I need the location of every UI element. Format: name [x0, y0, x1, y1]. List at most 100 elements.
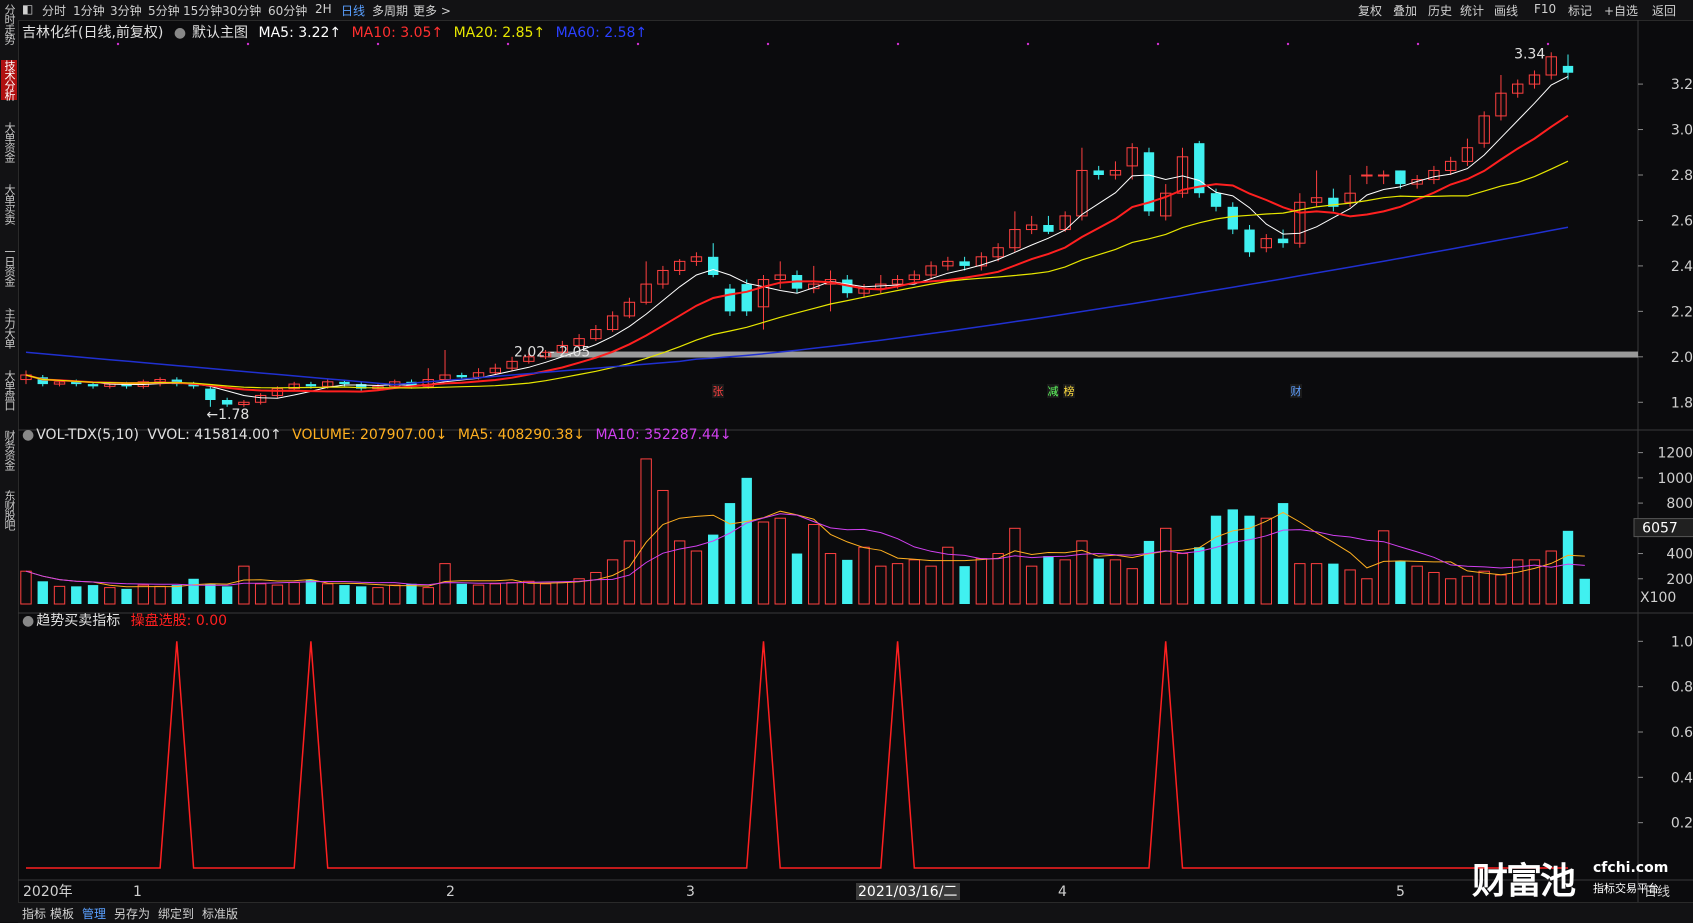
volume-bar	[1411, 565, 1423, 605]
bottom-item-3[interactable]: 另存为	[114, 905, 150, 922]
volume-legend: ● VOL-TDX(5,10) VVOL: 415814.00↑ VOLUME: …	[22, 427, 738, 443]
marker-dot	[1416, 42, 1420, 46]
template-label[interactable]: 默认主图	[192, 25, 248, 41]
indicator-y-tick-label: 0.20	[1671, 816, 1693, 832]
candle-body	[87, 384, 99, 387]
range-label: 2.02 - 2.05	[514, 344, 590, 360]
volume-bar	[1461, 575, 1474, 605]
x-axis-label: 4	[1058, 884, 1067, 900]
sidebar-item-4[interactable]: 一日资金	[1, 246, 17, 286]
date-cursor-label: 2021/03/16/二	[858, 884, 957, 900]
sidebar-item-7[interactable]: 财务资金	[1, 430, 17, 470]
marker-dot	[116, 42, 120, 46]
period-tab-2[interactable]: 3分钟	[110, 2, 142, 19]
marker-dot	[506, 42, 510, 46]
toolbar-right-item-1[interactable]: 叠加	[1393, 2, 1417, 19]
toolbar-right-item-8[interactable]: 返回	[1652, 2, 1676, 19]
ma20-label: MA20: 2.85↑	[453, 25, 546, 41]
period-tab-0[interactable]: 分时	[42, 2, 66, 19]
volume-bar	[842, 559, 853, 604]
sidebar-item-5[interactable]: 主力大单	[1, 308, 17, 348]
volume-bar	[808, 524, 820, 605]
toolbar-right-item-0[interactable]: 复权	[1358, 2, 1382, 19]
candle-body	[1210, 193, 1222, 207]
indicator-title: 趋势买卖指标	[36, 613, 121, 629]
period-tab-10[interactable]: 更多 >	[413, 2, 451, 19]
vvol-label: VVOL: 415814.00↑	[147, 427, 282, 443]
toolbar-right-item-4[interactable]: 画线	[1494, 2, 1518, 19]
marker-dot	[246, 42, 250, 46]
candle-body	[1377, 174, 1390, 177]
period-tab-9[interactable]: 多周期	[372, 2, 408, 19]
volume-bar	[137, 584, 150, 605]
volume-bar	[992, 553, 1004, 605]
sidebar-item-6[interactable]: 大单盘口	[1, 370, 17, 410]
period-tab-5[interactable]: 30分钟	[222, 2, 261, 19]
period-toolbar: ◧ 分时 1分钟 3分钟 5分钟 15分钟 30分钟 60分钟 2H 日线 多周期 更多 > 复权 叠加…	[18, 0, 1693, 21]
event-mark: 减	[1048, 385, 1059, 398]
period-tab-3[interactable]: 5分钟	[148, 2, 180, 19]
candle-body	[1361, 174, 1373, 177]
period-tab-4[interactable]: 15分钟	[183, 2, 222, 19]
volume-bar	[942, 546, 954, 605]
volume-label: VOLUME: 207907.00↓	[292, 427, 448, 443]
volume-bar	[1176, 553, 1189, 605]
bottom-item-0[interactable]: 指标	[22, 905, 46, 922]
marker-dot	[636, 42, 640, 46]
bottom-item-1[interactable]: 模板	[50, 905, 74, 922]
volume-bar	[389, 584, 401, 605]
volume-bar	[1395, 561, 1406, 604]
sidebar-item-8[interactable]: 东财股吧	[1, 490, 17, 530]
volume-bar	[975, 558, 988, 605]
toolbar-right-item-6[interactable]: 标记	[1568, 2, 1592, 19]
volume-bar	[925, 565, 937, 605]
bottom-item-2[interactable]: 管理	[82, 905, 106, 922]
watermark-brand: 财富池	[1472, 861, 1576, 902]
template-dot-icon[interactable]: ●	[174, 25, 186, 41]
volume-bar	[422, 587, 434, 605]
volume-bar	[724, 503, 736, 604]
period-tab-1[interactable]: 1分钟	[73, 2, 105, 19]
indicator-y-tick-label: 0.60	[1671, 725, 1693, 741]
toolbar-right-item-5[interactable]: F10	[1534, 2, 1556, 16]
bottom-item-4[interactable]: 绑定到	[158, 905, 194, 922]
volume-title: VOL-TDX(5,10)	[36, 427, 139, 443]
main-y-tick-label: 2.40	[1671, 259, 1693, 275]
indicator-y-tick-label: 0.40	[1671, 770, 1693, 786]
period-tab-7[interactable]: 2H	[315, 2, 332, 16]
volume-bar	[606, 559, 619, 605]
candle-body	[707, 256, 719, 275]
volume-bar	[71, 586, 82, 604]
period-tab-6[interactable]: 60分钟	[268, 2, 307, 19]
main-y-tick-label: 3.20	[1671, 77, 1693, 93]
sidebar-item-3[interactable]: 大单买卖	[1, 184, 17, 224]
volume-bar	[774, 517, 786, 605]
toolbar-right-item-7[interactable]: +自选	[1604, 2, 1638, 19]
event-mark: 财	[1291, 384, 1302, 398]
chart-canvas[interactable]: 3.20 3.00 2.80 2.60 2.40 2.20 2.00 1.80 3.34 ←1.7…	[18, 20, 1693, 902]
marker-dot	[1286, 42, 1290, 46]
sidebar-item-1[interactable]: 技术分析	[1, 60, 17, 100]
x-axis-label: 3	[686, 884, 695, 900]
ma60-label: MA60: 2.58↑	[555, 25, 648, 41]
volume-bar	[506, 582, 518, 605]
sidebar-item-0[interactable]: 分时走势	[1, 4, 17, 44]
candle-body	[1277, 238, 1289, 244]
volume-y-tick-label: 4000	[1666, 547, 1693, 563]
indicator-legend: ● 趋势买卖指标 操盘选股: 0.00	[22, 610, 233, 630]
volume-bar	[305, 580, 317, 604]
volume-bar	[221, 586, 233, 604]
sidebar-toggle-icon[interactable]: ◧	[22, 2, 33, 16]
volume-bar	[539, 583, 552, 605]
candle-body	[1395, 170, 1406, 185]
indicator-dot-icon[interactable]: ●	[22, 613, 34, 629]
volume-bar	[1545, 550, 1557, 605]
volume-dot-icon[interactable]: ●	[22, 427, 34, 443]
volume-bar	[1478, 570, 1490, 605]
toolbar-right-item-3[interactable]: 统计	[1460, 2, 1484, 19]
toolbar-right-item-2[interactable]: 历史	[1428, 2, 1452, 19]
stock-title: 吉林化纤(日线,前复权)	[22, 25, 164, 41]
sidebar-item-2[interactable]: 大单资金	[1, 122, 17, 162]
period-tab-8[interactable]: 日线	[341, 2, 365, 19]
bottom-item-5[interactable]: 标准版	[202, 905, 238, 922]
